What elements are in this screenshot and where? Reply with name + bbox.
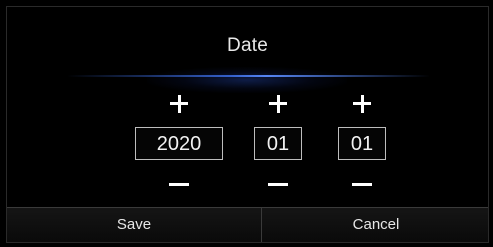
day-increment-plus-icon[interactable]: [347, 89, 377, 119]
month-increment-plus-icon[interactable]: [263, 89, 293, 119]
year-spinner: 2020: [134, 89, 224, 194]
dialog-title: Date: [227, 35, 268, 56]
month-spinner: 01: [251, 89, 305, 194]
day-spinner: 01: [335, 89, 389, 194]
date-picker-dialog: Date 2020 01 01 Save Cancel: [6, 6, 489, 243]
save-button[interactable]: Save: [7, 208, 261, 242]
year-decrement-minus-icon[interactable]: [164, 170, 194, 194]
day-field[interactable]: 01: [338, 127, 386, 160]
month-decrement-minus-icon[interactable]: [263, 170, 293, 194]
year-increment-plus-icon[interactable]: [164, 89, 194, 119]
day-decrement-minus-icon[interactable]: [347, 170, 377, 194]
month-field[interactable]: 01: [254, 127, 302, 160]
year-field[interactable]: 2020: [135, 127, 223, 160]
title-divider: [67, 75, 430, 77]
dialog-footer: Save Cancel: [7, 207, 488, 242]
cancel-button[interactable]: Cancel: [262, 208, 490, 242]
